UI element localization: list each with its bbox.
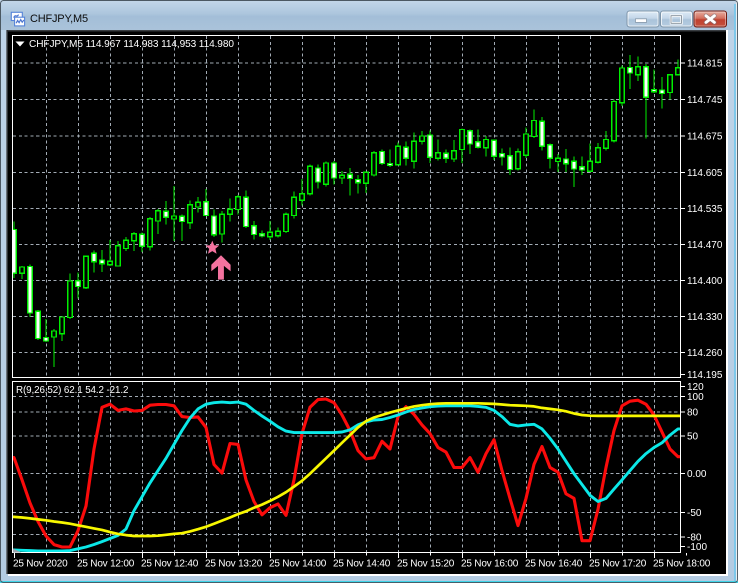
svg-text:114.815: 114.815 — [687, 59, 723, 70]
svg-text:25 Nov 18:00: 25 Nov 18:00 — [653, 559, 711, 570]
svg-text:-50: -50 — [687, 508, 702, 519]
svg-text:114.675: 114.675 — [687, 132, 723, 143]
svg-text:25 Nov 14:00: 25 Nov 14:00 — [269, 559, 327, 570]
svg-text:25 Nov 14:40: 25 Nov 14:40 — [333, 559, 391, 570]
svg-text:25 Nov 16:00: 25 Nov 16:00 — [461, 559, 519, 570]
svg-text:0.00: 0.00 — [687, 469, 707, 480]
svg-text:114.470: 114.470 — [687, 240, 723, 251]
svg-text:CHFJPY,M5 114.967 114.983 114: CHFJPY,M5 114.967 114.983 114,953 114.98… — [29, 39, 234, 50]
svg-text:114.195: 114.195 — [687, 370, 723, 381]
svg-text:114.260: 114.260 — [687, 348, 723, 359]
svg-text:114.745: 114.745 — [687, 95, 723, 106]
svg-text:50: 50 — [687, 432, 699, 443]
svg-text:114.330: 114.330 — [687, 312, 723, 323]
svg-text:25 Nov 16:40: 25 Nov 16:40 — [525, 559, 583, 570]
svg-text:114.605: 114.605 — [687, 168, 723, 179]
svg-text:25 Nov 2020: 25 Nov 2020 — [13, 559, 68, 570]
svg-text:25 Nov 13:20: 25 Nov 13:20 — [205, 559, 263, 570]
svg-text:25 Nov 15:20: 25 Nov 15:20 — [397, 559, 455, 570]
svg-text:25 Nov 12:40: 25 Nov 12:40 — [141, 559, 199, 570]
svg-text:114.400: 114.400 — [687, 276, 723, 287]
svg-text:114.535: 114.535 — [687, 204, 723, 215]
svg-text:R(9,26,52) 62.1 54.2 -21.2: R(9,26,52) 62.1 54.2 -21.2 — [16, 385, 128, 396]
svg-text:CHFJPY,M5: CHFJPY,M5 — [30, 13, 88, 25]
svg-text:100: 100 — [687, 392, 704, 403]
svg-text:25 Nov 12:00: 25 Nov 12:00 — [77, 559, 135, 570]
svg-text:25 Nov 17:20: 25 Nov 17:20 — [589, 559, 647, 570]
svg-text:-100: -100 — [687, 542, 707, 553]
svg-text:80: 80 — [687, 408, 699, 419]
